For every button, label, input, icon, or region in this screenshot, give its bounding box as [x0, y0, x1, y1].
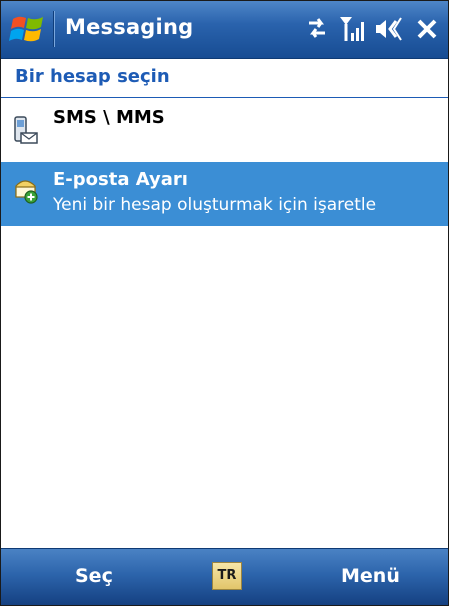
- title-divider: [53, 11, 55, 47]
- softkey-bar: Seç TR Menü: [1, 548, 448, 605]
- item-title: E-posta Ayarı: [53, 169, 188, 190]
- menu-softkey-button[interactable]: Menü: [341, 565, 400, 587]
- list-item-email-setup[interactable]: E-posta Ayarı Yeni bir hesap oluşturmak …: [1, 162, 448, 226]
- title-bar: Messaging: [1, 1, 448, 59]
- list-item-sms-mms[interactable]: SMS \ MMS: [1, 102, 448, 162]
- windows-start-icon[interactable]: [9, 11, 47, 47]
- header-divider: [1, 97, 448, 98]
- sms-phone-icon: [14, 116, 38, 144]
- close-icon[interactable]: [415, 15, 439, 41]
- speaker-icon[interactable]: [374, 15, 402, 43]
- data-connection-icon[interactable]: [305, 15, 329, 41]
- item-title: SMS \ MMS: [53, 107, 165, 128]
- email-add-icon: [15, 180, 38, 204]
- left-softkey-button[interactable]: Seç: [75, 565, 113, 587]
- phone-screen: Messaging Bir hesap seçin SMS \ MMS E-po…: [0, 0, 449, 606]
- signal-strength-icon[interactable]: [339, 15, 367, 43]
- header-title: Bir hesap seçin: [15, 66, 170, 87]
- item-subtitle: Yeni bir hesap oluşturmak için işaretle: [53, 195, 377, 215]
- app-title: Messaging: [65, 15, 194, 39]
- section-header: Bir hesap seçin: [1, 59, 448, 97]
- input-language-button[interactable]: TR: [212, 562, 242, 590]
